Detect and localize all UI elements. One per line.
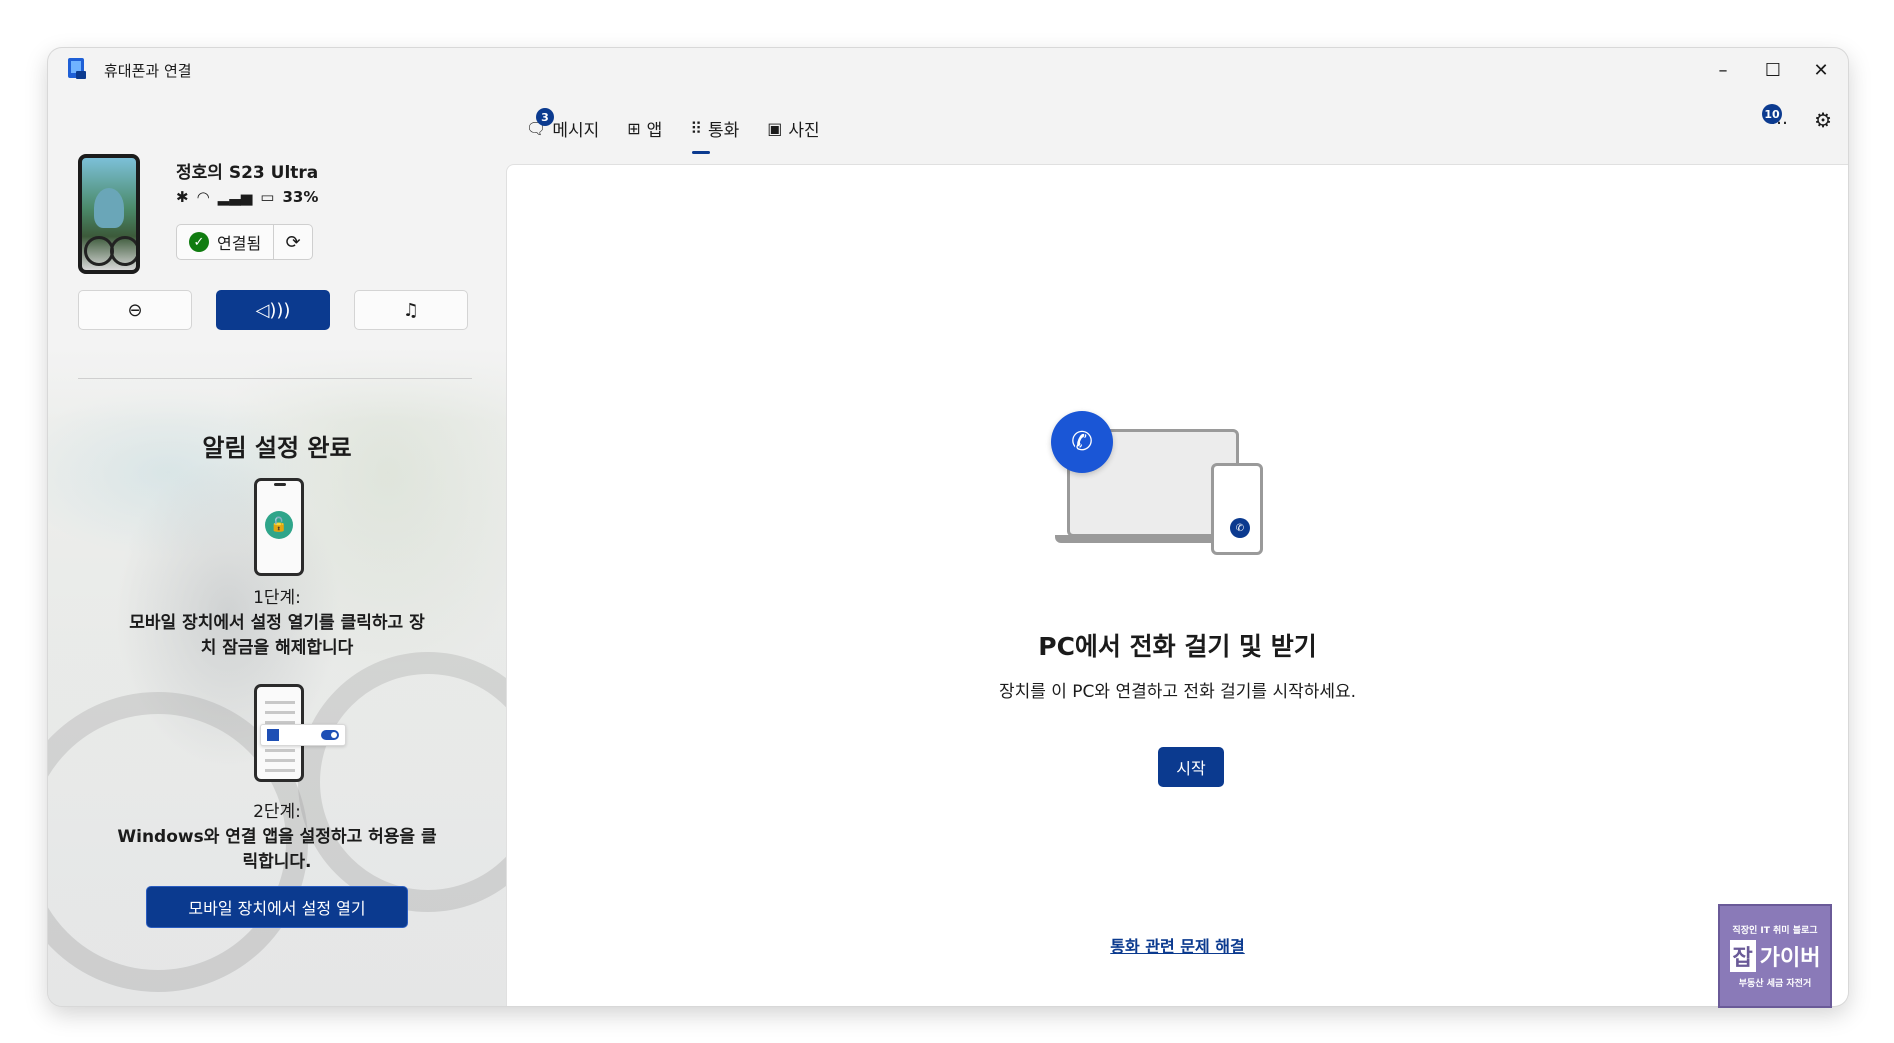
unlock-icon: 🔓 <box>265 511 293 539</box>
phone-illustration: ✆ <box>1211 463 1263 555</box>
connection-group: ✓ 연결됨 ⟳ <box>176 224 314 260</box>
step-1-line-1: 모바일 장치에서 설정 열기를 클릭하고 장 <box>129 613 425 633</box>
watermark-top-text: 직장인 IT 취미 블로그 <box>1732 926 1818 936</box>
device-status-row: ✱ ◠ ▂▃▅ ▭ 33% <box>176 188 318 206</box>
open-settings-on-mobile-button[interactable]: 모바일 장치에서 설정 열기 <box>146 886 408 928</box>
watermark-logo-part-1: 잡 <box>1729 940 1756 972</box>
phone-link-app-icon <box>68 58 86 79</box>
connection-status-button[interactable]: ✓ 연결됨 <box>177 225 275 259</box>
step-1-label: 1단계: <box>253 588 301 608</box>
calls-content-panel: ✆ ✆ PC에서 전화 걸기 및 받기 장치를 이 PC와 연결하고 전화 걸기… <box>506 164 1848 1006</box>
sidebar: 정호의 S23 Ultra ✱ ◠ ▂▃▅ ▭ 33% ✓ 연결됨 ⟳ ⊖ ◁)… <box>48 92 506 1006</box>
calls-title: PC에서 전화 걸기 및 받기 <box>1038 632 1317 661</box>
step-2-line-2: 릭합니다. <box>242 852 312 872</box>
app-window: 휴대폰과 연결 – ☐ ✕ 정호의 S23 Ultra ✱ ◠ ▂▃▅ ▭ 33… <box>48 48 1848 1006</box>
watermark-logo-part-2: 가이버 <box>1759 946 1821 971</box>
music-note-icon: ♫ <box>402 299 420 321</box>
device-name: 정호의 S23 Ultra <box>176 163 319 183</box>
phone-call-icon: ✆ <box>1051 411 1113 473</box>
bluetooth-icon: ✱ <box>176 188 189 206</box>
window-title: 휴대폰과 연결 <box>104 62 192 80</box>
phone-unlock-illustration: 🔓 <box>254 478 304 576</box>
do-not-disturb-button[interactable]: ⊖ <box>78 290 192 330</box>
tab-photos[interactable]: ▣ 사진 <box>767 108 819 148</box>
tab-photos-label: 사진 <box>788 120 820 141</box>
photo-icon: ▣ <box>767 118 783 138</box>
main-tabs: 🗨 3 메시지 ⊞ 앱 ⠿ 통화 ▣ 사진 <box>526 92 848 164</box>
watermark-logo: 잡 가이버 <box>1729 940 1821 972</box>
close-button[interactable]: ✕ <box>1798 52 1844 88</box>
apps-icon: ⊞ <box>627 118 641 138</box>
connection-label: 연결됨 <box>217 234 262 253</box>
refresh-button[interactable]: ⟳ <box>274 225 312 259</box>
calls-subtitle: 장치를 이 PC와 연결하고 전화 걸기를 시작하세요. <box>998 682 1357 702</box>
permission-toggle-illustration <box>260 724 346 746</box>
settings-button[interactable]: ⚙ <box>1814 108 1832 132</box>
do-not-disturb-icon: ⊖ <box>127 299 143 321</box>
sidebar-divider <box>78 378 472 379</box>
phone-call-small-icon: ✆ <box>1230 518 1250 538</box>
battery-level: 33% <box>282 188 319 206</box>
step-2-label: 2단계: <box>253 802 301 822</box>
dialpad-icon: ⠿ <box>690 118 702 138</box>
start-button[interactable]: 시작 <box>1158 747 1224 787</box>
tab-messages[interactable]: 🗨 3 메시지 <box>526 108 599 148</box>
blog-watermark-logo: 직장인 IT 취미 블로그 잡 가이버 부동산 세금 자전거 <box>1718 904 1832 1008</box>
step-1-line-2: 치 잠금을 해제합니다 <box>200 638 354 658</box>
title-bar: 휴대폰과 연결 – ☐ ✕ <box>48 48 1848 92</box>
battery-icon: ▭ <box>260 188 275 206</box>
sound-mode-button[interactable]: ◁))) <box>216 290 330 330</box>
messages-badge: 3 <box>536 108 554 126</box>
tab-messages-label: 메시지 <box>552 120 600 141</box>
tab-calls-label: 통화 <box>708 120 740 141</box>
wifi-icon: ◠ <box>196 188 210 206</box>
notification-setup-title: 알림 설정 완료 <box>202 434 352 462</box>
calls-troubleshoot-link[interactable]: 통화 관련 문제 해결 <box>507 933 1848 957</box>
device-wallpaper-thumbnail[interactable] <box>78 154 140 274</box>
signal-icon: ▂▃▅ <box>217 188 253 206</box>
minimize-button[interactable]: – <box>1700 52 1746 88</box>
tab-apps[interactable]: ⊞ 앱 <box>627 108 662 148</box>
watermark-bottom-text: 부동산 세금 자전거 <box>1738 979 1812 989</box>
tab-calls[interactable]: ⠿ 통화 <box>690 108 740 154</box>
step-1-text: 1단계: 모바일 장치에서 설정 열기를 클릭하고 장 치 잠금을 해제합니다 <box>48 586 506 661</box>
step-2-text: 2단계: Windows와 연결 앱을 설정하고 허용을 클 릭합니다. <box>48 800 506 875</box>
tab-apps-label: 앱 <box>646 120 663 141</box>
maximize-button[interactable]: ☐ <box>1750 52 1796 88</box>
gear-icon: ⚙ <box>1814 108 1832 132</box>
step-2-line-1: Windows와 연결 앱을 설정하고 허용을 클 <box>117 827 437 847</box>
check-circle-icon: ✓ <box>189 232 209 252</box>
speaker-icon: ◁))) <box>255 299 291 321</box>
notifications-count-badge: 10 <box>1762 104 1782 124</box>
refresh-icon: ⟳ <box>285 231 301 253</box>
music-button[interactable]: ♫ <box>354 290 468 330</box>
